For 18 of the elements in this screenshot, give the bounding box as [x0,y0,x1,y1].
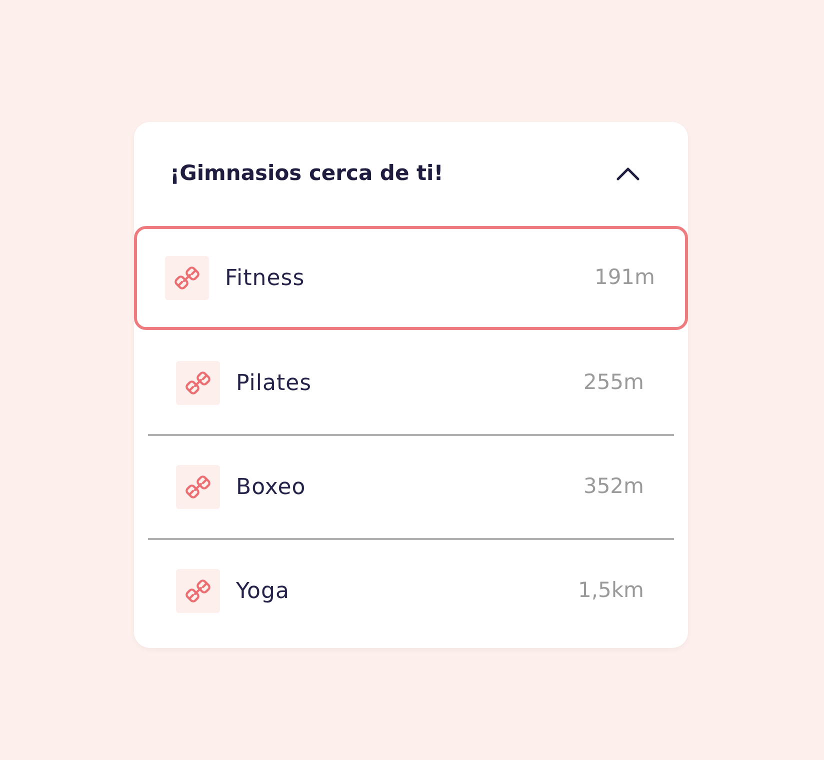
gym-name: Boxeo [236,474,307,502]
gym-name: Pilates [236,370,313,398]
gym-row[interactable]: Fitness 191m [134,226,688,330]
gym-distance: 191m [594,264,655,292]
gym-name: Yoga [236,578,290,606]
dumbbell-icon [185,578,211,604]
dumbbell-icon [185,474,211,500]
gym-distance: 352m [583,473,644,500]
gym-row[interactable]: Boxeo 352m [148,434,674,538]
chevron-icon [616,167,640,181]
gym-distance: 255m [583,369,644,396]
gym-distance: 1,5km [578,577,644,604]
gym-row[interactable]: Yoga 1,5km [148,538,674,642]
dumbbell-icon [185,370,211,396]
dumbbell-icon [174,265,200,291]
gym-name: Fitness [225,264,306,292]
panel-title: ¡Gimnasios cerca de ti! [170,160,444,188]
gym-row[interactable]: Pilates 255m [148,330,674,434]
